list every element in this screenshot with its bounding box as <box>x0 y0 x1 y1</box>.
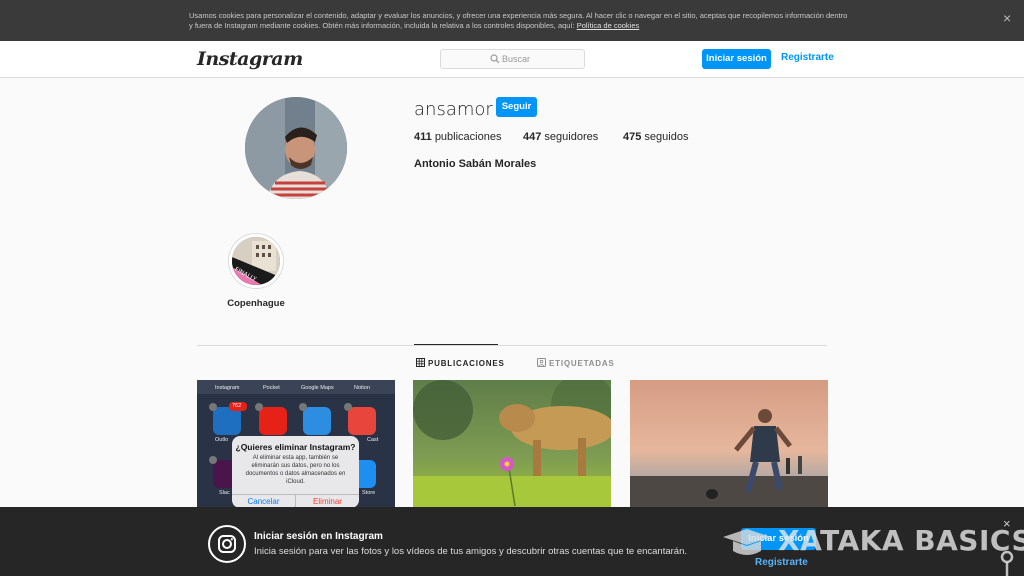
follow-button[interactable]: Seguir <box>496 97 537 117</box>
app-label-cast: Cast <box>367 437 379 443</box>
following-label: seguidos <box>644 131 689 143</box>
post-1[interactable]: Instagram Pocket Google Maps Notion Outl… <box>197 380 395 508</box>
following-count: 475 <box>623 131 642 143</box>
followers-count: 447 <box>523 131 542 143</box>
posts-label: publicaciones <box>434 131 502 143</box>
profile-fullname: Antonio Sabán Morales <box>414 158 537 170</box>
app-label-instagram: Instagram <box>215 385 240 391</box>
search-icon <box>490 54 500 64</box>
watermark-text: XATAKA BASICS <box>778 524 1024 557</box>
app-label-outlook: Outlo <box>215 437 229 443</box>
app-label-store: Store <box>362 490 376 496</box>
app-badge: 762 <box>232 403 242 409</box>
cookie-bar: Usamos cookies para personalizar el cont… <box>0 0 1024 41</box>
tabs-divider <box>197 345 827 346</box>
banner-text: Inicia sesión para ver las fotos y los v… <box>254 546 688 557</box>
search-placeholder: Buscar <box>502 54 531 64</box>
cookie-close-button[interactable]: × <box>1003 10 1011 26</box>
stat-following[interactable]: 475 seguidos <box>623 131 688 143</box>
posts-count: 411 <box>414 131 432 143</box>
profile-username: ansamor <box>414 99 493 120</box>
dialog-body: Al eliminar esta app, también se elimina… <box>245 455 346 485</box>
post-3-image <box>630 380 828 508</box>
instagram-icon <box>208 525 246 563</box>
tagged-icon <box>537 358 546 367</box>
cookie-message: Usamos cookies para personalizar el cont… <box>189 11 848 30</box>
avatar <box>245 97 347 199</box>
graduation-cap-icon <box>723 529 771 555</box>
instagram-logo[interactable]: Instagram <box>197 48 303 70</box>
app-label-maps: Google Maps <box>301 385 334 391</box>
avatar-photo <box>245 97 347 199</box>
instagram-glyph <box>218 535 236 553</box>
app-label-notion: Notion <box>354 385 370 391</box>
login-button[interactable]: Iniciar sesión <box>702 49 771 69</box>
highlight-copenhague[interactable]: FINALLY <box>228 233 284 289</box>
stat-posts: 411 publicaciones <box>414 131 501 143</box>
dialog-title: ¿Quieres eliminar Instagram? <box>235 442 356 452</box>
followers-label: seguidores <box>544 131 599 143</box>
delete-app-dialog: ¿Quieres eliminar Instagram? Al eliminar… <box>232 436 359 508</box>
app-label-pocket: Pocket <box>263 385 280 391</box>
cookie-text: Usamos cookies para personalizar el cont… <box>189 11 849 31</box>
app-label-slack: Slac <box>219 490 230 496</box>
grid-icon <box>416 358 425 367</box>
search-input[interactable]: Buscar <box>440 49 585 69</box>
post-2-image <box>413 380 611 508</box>
tab-posts-label: PUBLICACIONES <box>428 359 505 368</box>
highlight-label: Copenhague <box>227 298 285 309</box>
tab-posts[interactable]: PUBLICACIONES <box>416 358 505 368</box>
top-header: Instagram Buscar Iniciar sesión Registra… <box>0 41 1024 78</box>
tab-active-indicator <box>414 344 498 345</box>
pin-icon <box>1000 550 1014 576</box>
stat-followers[interactable]: 447 seguidores <box>523 131 598 143</box>
register-link[interactable]: Registrarte <box>781 52 834 63</box>
tab-tagged-label: ETIQUETADAS <box>549 359 615 368</box>
banner-title: Iniciar sesión en Instagram <box>254 531 383 542</box>
cookie-policy-link[interactable]: Política de cookies <box>577 21 640 30</box>
highlight-cover: FINALLY <box>232 237 280 285</box>
post-3[interactable] <box>630 380 828 508</box>
highlight-image: FINALLY <box>232 237 280 285</box>
tab-tagged[interactable]: ETIQUETADAS <box>537 358 615 368</box>
dialog-buttons: Cancelar Eliminar <box>232 494 359 508</box>
post-2[interactable] <box>413 380 611 508</box>
